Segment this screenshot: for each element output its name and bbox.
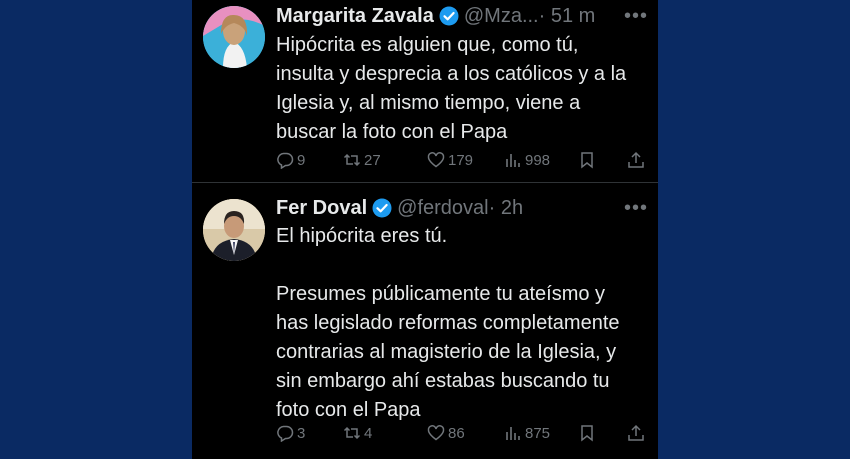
reply-count: 3 <box>297 424 306 442</box>
views-button[interactable]: 875 <box>504 422 550 444</box>
like-button[interactable]: 179 <box>427 149 473 171</box>
verified-badge-icon <box>372 198 392 218</box>
view-count: 875 <box>525 424 551 442</box>
retweet-button[interactable]: 27 <box>343 149 381 171</box>
reply-icon <box>277 152 294 169</box>
more-icon[interactable]: ••• <box>624 5 648 28</box>
reply-icon <box>277 425 294 442</box>
heart-icon <box>427 425 445 441</box>
tweet-text: El hipócrita eres tú. Presumes públicame… <box>276 225 620 421</box>
timestamp[interactable]: · 2h <box>489 197 523 220</box>
timeline: Margarita Zavala @Mza... · 51 m ••• Hipó… <box>192 0 658 459</box>
views-icon <box>506 427 520 440</box>
verified-badge-icon <box>439 6 459 26</box>
avatar[interactable] <box>203 6 265 68</box>
reply-button[interactable]: 9 <box>276 149 305 171</box>
views-button[interactable]: 998 <box>504 149 550 171</box>
reply-count: 9 <box>297 151 306 169</box>
bookmark-icon <box>581 425 593 442</box>
share-icon <box>628 151 644 168</box>
bookmark-button[interactable] <box>578 422 599 444</box>
more-icon[interactable]: ••• <box>624 197 648 220</box>
retweet-icon <box>343 426 361 440</box>
like-button[interactable]: 86 <box>427 422 465 444</box>
tweet[interactable]: Fer Doval @ferdoval · 2h ••• El hipócrit… <box>192 183 658 459</box>
share-icon <box>628 424 644 441</box>
handle[interactable]: @ferdoval <box>397 197 488 220</box>
timestamp[interactable]: · 51 m <box>539 5 596 28</box>
like-count: 86 <box>448 424 465 442</box>
retweet-button[interactable]: 4 <box>343 422 372 444</box>
retweet-count: 27 <box>364 151 381 169</box>
share-button[interactable] <box>627 422 648 444</box>
view-count: 998 <box>525 151 551 169</box>
reply-button[interactable]: 3 <box>276 422 305 444</box>
heart-icon <box>427 152 445 168</box>
display-name[interactable]: Margarita Zavala <box>276 5 434 28</box>
retweet-icon <box>343 153 361 167</box>
bookmark-icon <box>581 152 593 169</box>
bookmark-button[interactable] <box>578 149 599 171</box>
action-bar: 9 27 179 998 <box>276 149 646 171</box>
views-icon <box>506 154 520 167</box>
avatar[interactable] <box>203 199 265 261</box>
action-bar: 3 4 86 875 <box>276 422 646 444</box>
like-count: 179 <box>448 151 474 169</box>
handle[interactable]: @Mza... <box>464 5 539 28</box>
retweet-count: 4 <box>364 424 373 442</box>
display-name[interactable]: Fer Doval <box>276 197 367 220</box>
tweet-text: Hipócrita es alguien que, como tú, insul… <box>276 34 627 143</box>
share-button[interactable] <box>627 149 648 171</box>
tweet[interactable]: Margarita Zavala @Mza... · 51 m ••• Hipó… <box>192 0 658 183</box>
